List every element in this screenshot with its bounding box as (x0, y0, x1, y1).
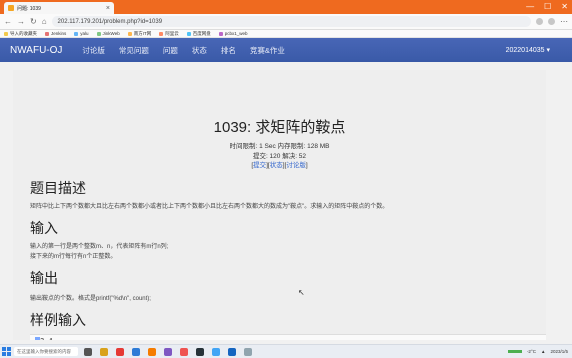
extensions-icon[interactable] (536, 18, 543, 25)
tab-close-icon[interactable]: × (106, 5, 110, 12)
start-icon[interactable] (2, 347, 11, 356)
nav-discussion[interactable]: 讨论版 (82, 45, 105, 56)
nav-contests[interactable]: 竞赛&作业 (250, 45, 285, 56)
site-navbar: NWAFU-OJ 讨论版 常见问题 问题 状态 排名 竞赛&作业 2022014… (0, 38, 572, 62)
bookmarks-bar: 导入的收藏夹 Jenkins yalu JinkWeb 南方IT网 阿里云 百度… (0, 30, 572, 38)
browser-tab[interactable]: 问题: 1039 × (4, 2, 114, 14)
bookmark-icon (159, 31, 164, 36)
edge-icon[interactable] (132, 347, 140, 356)
bookmark-item[interactable]: JinkWeb (96, 31, 120, 36)
bookmark-item[interactable]: 南方IT网 (127, 31, 151, 37)
sample-input-heading: 样例输入 (30, 312, 86, 328)
bookmark-item[interactable]: pcbx1_web (218, 31, 248, 36)
input-text-line2: 接下来的m行每行有n个正整数。 (30, 254, 117, 260)
problem-links: [提交][状态][讨论版] (251, 162, 308, 169)
bookmark-icon (127, 31, 132, 36)
nav-status[interactable]: 状态 (192, 45, 207, 56)
nav-faq[interactable]: 常见问题 (119, 45, 149, 56)
window-controls: — ☐ ✕ (526, 2, 568, 12)
taskbar-apps (84, 347, 252, 356)
profile-icon[interactable] (548, 18, 555, 25)
mouse-pointer-icon: ↖ (298, 288, 305, 297)
input-text-line1: 输入的第一行是两个整数m、n，代表矩阵有m行n列; (30, 244, 169, 250)
clock-text[interactable]: 2023/1/5 (550, 349, 568, 354)
network-icon[interactable]: ▲ (541, 349, 545, 354)
app-icon[interactable] (228, 347, 236, 356)
system-tray: -2°C ▲ 2023/1/5 (507, 349, 572, 354)
app-icon[interactable] (164, 347, 172, 356)
output-heading: 输出 (30, 270, 58, 286)
discussion-link[interactable]: 讨论版 (286, 162, 306, 169)
browser-titlebar: 问题: 1039 × — ☐ ✕ (0, 0, 572, 14)
taskbar-search-input[interactable]: 在这里输入你要搜索的内容 (14, 347, 78, 356)
problem-panel: 1039: 求矩阵的鞍点 时间限制: 1 Sec 内存限制: 128 MB 提交… (13, 70, 546, 340)
bookmark-item[interactable]: yalu (74, 31, 89, 36)
bookmark-item[interactable]: 百度网盘 (186, 31, 211, 37)
status-link[interactable]: 状态 (270, 162, 283, 169)
menu-icon[interactable]: ⋯ (560, 17, 568, 26)
problem-limits: 时间限制: 1 Sec 内存限制: 128 MB (229, 143, 330, 150)
bookmark-icon (218, 31, 223, 36)
address-bar: ← → ↻ ⌂ 202.117.179.201/problem.php?id=1… (0, 14, 572, 30)
bookmark-icon (186, 31, 191, 36)
browser-app-icon[interactable] (148, 347, 156, 356)
app-icon[interactable] (116, 347, 124, 356)
tab-title: 问题: 1039 (17, 5, 41, 12)
forward-icon[interactable]: → (17, 17, 25, 26)
folder-icon (4, 31, 8, 36)
site-brand[interactable]: NWAFU-OJ (10, 45, 62, 56)
bookmark-item[interactable]: 导入的收藏夹 (4, 31, 37, 37)
problem-title: 1039: 求矩阵的鞍点 (213, 119, 346, 136)
nav-problems[interactable]: 问题 (163, 45, 178, 56)
reload-icon[interactable]: ↻ (30, 17, 37, 26)
weather-text: -2°C (526, 349, 536, 354)
user-menu[interactable]: 2022014035 ▾ (506, 46, 550, 54)
app-icon[interactable] (212, 347, 220, 356)
url-input[interactable]: 202.117.179.201/problem.php?id=1039 (51, 16, 531, 27)
app-icon[interactable] (180, 347, 188, 356)
battery-icon (507, 350, 522, 353)
bookmark-item[interactable]: 阿里云 (159, 31, 179, 37)
close-window-button[interactable]: ✕ (561, 2, 568, 12)
minimize-button[interactable]: — (526, 2, 534, 12)
bookmark-icon (74, 31, 79, 36)
bookmark-icon (96, 31, 101, 36)
input-heading: 输入 (30, 220, 58, 236)
submit-link[interactable]: 提交 (253, 162, 266, 169)
back-icon[interactable]: ← (4, 17, 12, 26)
bookmark-icon (45, 31, 49, 36)
home-icon[interactable]: ⌂ (42, 17, 47, 26)
terminal-icon[interactable] (196, 347, 204, 356)
task-view-icon[interactable] (84, 347, 92, 356)
bookmark-item[interactable]: Jenkins (45, 31, 66, 36)
nav-ranking[interactable]: 排名 (221, 45, 236, 56)
sample-input-text: 3 4 (35, 337, 53, 340)
output-text: 输出鞍点的个数。格式是printf("%d\n", count); (30, 296, 151, 302)
sample-input-box: 3 4 (30, 334, 546, 340)
tab-favicon-icon (8, 5, 14, 11)
os-taskbar: 在这里输入你要搜索的内容 -2°C ▲ 2023/1/5 (0, 344, 572, 358)
app-icon[interactable] (244, 347, 252, 356)
description-text: 矩阵中比上下两个数都大且比左右两个数都小或者比上下两个数都小且比左右两个数都大的… (30, 204, 389, 210)
file-explorer-icon[interactable] (100, 347, 108, 356)
maximize-button[interactable]: ☐ (544, 2, 551, 12)
description-heading: 题目描述 (30, 180, 86, 196)
